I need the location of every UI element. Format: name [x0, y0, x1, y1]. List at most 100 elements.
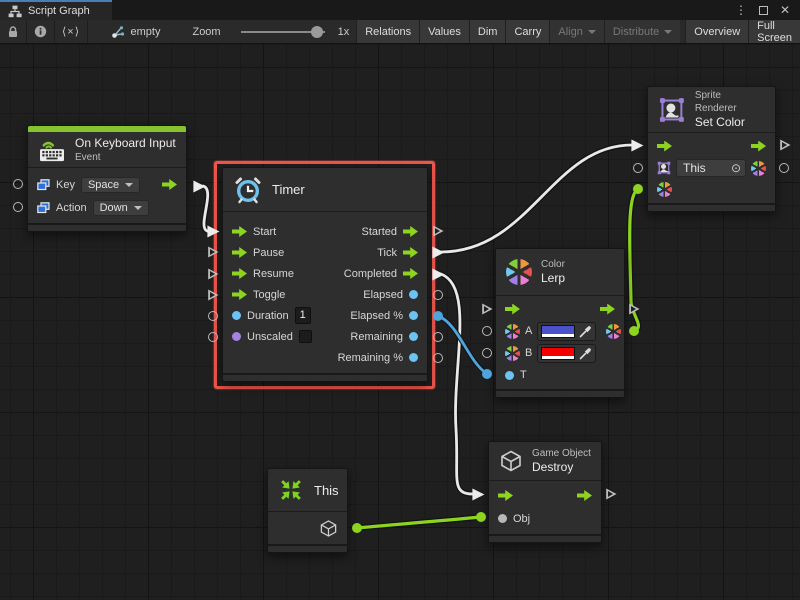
- port-destroy-obj-in[interactable]: [475, 511, 487, 523]
- port-timer-unscaled-in[interactable]: [207, 331, 219, 343]
- port-lerp-t-in[interactable]: [481, 368, 493, 380]
- node-footer: [496, 389, 624, 397]
- wire-this-to-obj[interactable]: [357, 517, 480, 528]
- port-keyboard-control-out[interactable]: [192, 180, 206, 193]
- action-dropdown[interactable]: Down: [93, 200, 149, 216]
- port-lerp-value-out[interactable]: [628, 325, 640, 337]
- key-dropdown[interactable]: Space: [81, 177, 140, 193]
- eyedropper-icon[interactable]: [579, 325, 592, 338]
- duration-input[interactable]: 1: [295, 307, 311, 324]
- t-label: T: [520, 369, 527, 381]
- control-out-arrow-icon: [403, 226, 418, 237]
- carry-button[interactable]: Carry: [505, 20, 549, 43]
- remaining-label: Remaining: [350, 331, 403, 343]
- color-wheel-icon: [505, 324, 520, 339]
- port-lerp-control-out[interactable]: [628, 303, 640, 315]
- port-lerp-a-in[interactable]: [481, 325, 493, 337]
- port-setcolor-control-in[interactable]: [630, 139, 644, 152]
- kebab-menu-icon[interactable]: ⋮: [735, 3, 747, 17]
- target-field[interactable]: This ⊙: [676, 159, 746, 177]
- zoom-handle[interactable]: [311, 26, 323, 38]
- port-setcolor-color-in[interactable]: [632, 183, 644, 195]
- inspect-button[interactable]: [27, 20, 55, 43]
- port-destroy-control-in[interactable]: [471, 488, 485, 501]
- port-keyboard-action-in[interactable]: [12, 201, 24, 213]
- port-timer-tick-out[interactable]: [431, 246, 445, 259]
- graph-canvas[interactable]: On Keyboard Input Event Key Space: [0, 44, 800, 600]
- toggle-label: Toggle: [253, 289, 285, 301]
- port-timer-completed-out[interactable]: [431, 268, 445, 281]
- wire-halo: [441, 145, 632, 252]
- game-object-icon: [319, 519, 338, 538]
- port-timer-started-out[interactable]: [432, 225, 444, 237]
- control-in-arrow-icon: [657, 141, 672, 152]
- zoom-track[interactable]: [241, 31, 325, 33]
- color-b-swatch[interactable]: [537, 344, 596, 363]
- this-icon: [276, 475, 306, 505]
- node-category: Color: [541, 258, 565, 271]
- port-timer-duration-in[interactable]: [207, 310, 219, 322]
- unscaled-checkbox[interactable]: [299, 330, 312, 343]
- port-timer-start-in[interactable]: [206, 225, 220, 238]
- tick-label: Tick: [377, 247, 397, 259]
- port-timer-elapsedpct-out[interactable]: [432, 310, 444, 322]
- relations-button[interactable]: Relations: [356, 20, 419, 43]
- control-in-arrow-icon: [505, 304, 520, 315]
- eyedropper-icon[interactable]: [579, 347, 592, 360]
- float-port-icon: [505, 371, 514, 380]
- start-label: Start: [253, 226, 276, 238]
- color-wheel-icon: [657, 182, 672, 197]
- port-timer-remainingpct-out[interactable]: [432, 352, 444, 364]
- zoom-value: 1x: [338, 20, 357, 43]
- maximize-icon[interactable]: [759, 6, 768, 15]
- node-timer[interactable]: Timer Start Started Pause Tick Resume: [222, 167, 428, 382]
- port-setcolor-value-out[interactable]: [778, 162, 790, 174]
- port-destroy-control-out[interactable]: [605, 488, 617, 500]
- distribute-dropdown[interactable]: Distribute: [604, 20, 680, 43]
- target-picker-icon[interactable]: ⊙: [731, 161, 741, 175]
- node-this[interactable]: This: [267, 468, 348, 553]
- node-title: Timer: [272, 182, 305, 197]
- float-port-icon: [409, 290, 418, 299]
- started-label: Started: [362, 226, 397, 238]
- port-timer-toggle-in[interactable]: [207, 289, 219, 301]
- port-lerp-b-in[interactable]: [481, 347, 493, 359]
- node-set-color[interactable]: Sprite Renderer Set Color: [647, 86, 776, 212]
- port-keyboard-key-in[interactable]: [12, 178, 24, 190]
- float-port-icon: [232, 311, 241, 320]
- port-setcolor-target-in[interactable]: [632, 162, 644, 174]
- node-on-keyboard-input[interactable]: On Keyboard Input Event Key Space: [27, 125, 187, 232]
- color-a-swatch[interactable]: [537, 322, 596, 341]
- zoom-slider[interactable]: [228, 20, 338, 43]
- port-timer-remaining-out[interactable]: [432, 331, 444, 343]
- align-dropdown[interactable]: Align: [549, 20, 603, 43]
- control-in-arrow-icon: [232, 289, 247, 300]
- port-timer-pause-in[interactable]: [207, 246, 219, 258]
- dim-button[interactable]: Dim: [469, 20, 506, 43]
- port-this-value-out[interactable]: [351, 522, 363, 534]
- sprite-renderer-mini-icon: [657, 161, 671, 175]
- port-setcolor-control-out[interactable]: [779, 139, 791, 151]
- zoom-label: Zoom: [185, 20, 227, 43]
- overview-button[interactable]: Overview: [685, 20, 748, 43]
- port-lerp-control-in[interactable]: [481, 303, 493, 315]
- color-wheel-icon: [606, 324, 621, 339]
- close-icon[interactable]: ✕: [780, 3, 790, 17]
- color-a-value: [542, 326, 574, 334]
- game-object-icon: [499, 449, 523, 473]
- resume-label: Resume: [253, 268, 294, 280]
- tab-script-graph[interactable]: Script Graph: [0, 0, 112, 20]
- port-timer-resume-in[interactable]: [207, 268, 219, 280]
- node-color-lerp[interactable]: Color Lerp A: [495, 248, 625, 398]
- node-title: Lerp: [541, 271, 565, 286]
- control-in-arrow-icon: [498, 490, 513, 501]
- lock-button[interactable]: [0, 20, 27, 43]
- edit-graph-button[interactable]: ⟨×⟩: [55, 20, 88, 43]
- port-timer-elapsed-out[interactable]: [432, 289, 444, 301]
- fullscreen-button[interactable]: Full Screen: [748, 20, 800, 43]
- node-destroy[interactable]: Game Object Destroy Obj: [488, 441, 602, 543]
- distribute-label: Distribute: [613, 26, 659, 38]
- values-button[interactable]: Values: [419, 20, 469, 43]
- graph-name: empty: [131, 26, 161, 38]
- control-out-arrow-icon: [751, 141, 766, 152]
